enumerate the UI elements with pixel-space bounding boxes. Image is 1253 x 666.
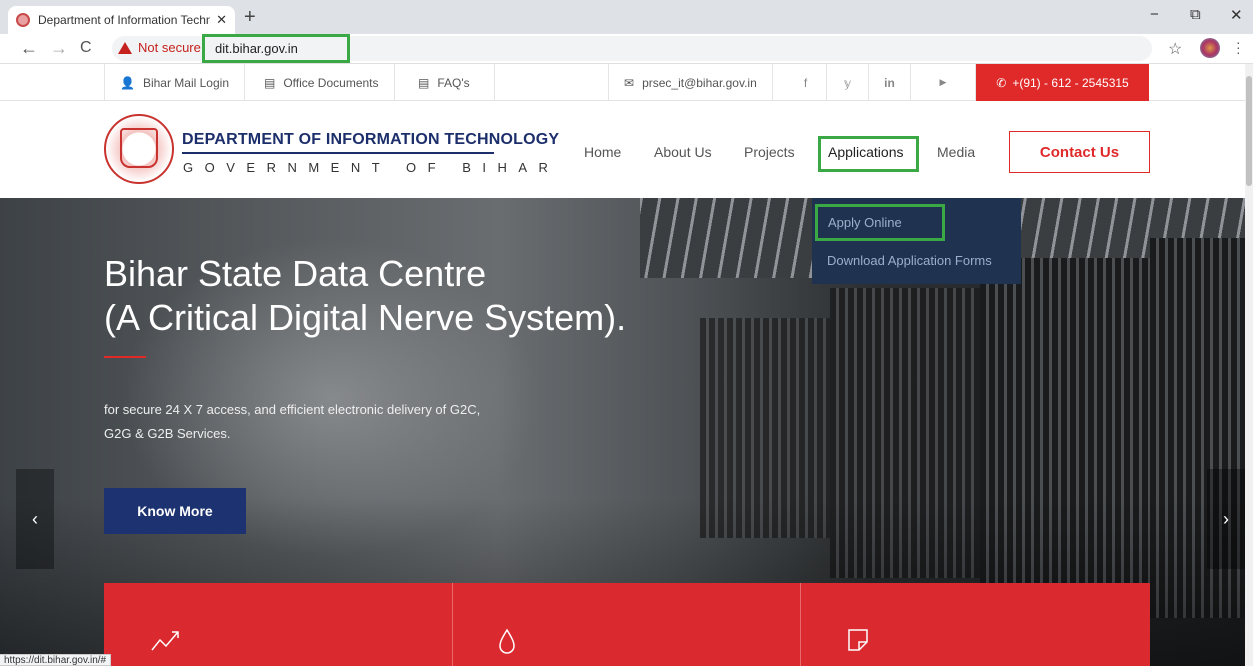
status-bar-url: https://dit.bihar.gov.in/#	[0, 654, 112, 666]
contact-us-button[interactable]: Contact Us	[1009, 131, 1150, 173]
title-divider	[182, 152, 494, 154]
hero-subtitle-line2: G2G & G2B Services.	[104, 426, 231, 441]
email-label: prsec_it@bihar.gov.in	[642, 75, 757, 90]
forward-button[interactable]: →	[50, 37, 68, 59]
warning-icon	[118, 41, 132, 54]
url-text[interactable]: dit.bihar.gov.in	[202, 34, 350, 63]
dropdown-download-forms[interactable]: Download Application Forms	[827, 253, 992, 268]
faqs-link[interactable]: ▤ FAQ's	[403, 64, 495, 101]
nav-about-us[interactable]: About Us	[654, 144, 712, 160]
close-window-button[interactable]: ✕	[1230, 6, 1243, 24]
user-icon: 👤	[120, 75, 135, 90]
browser-toolbar: ← → C Not secure dit.bihar.gov.in ☆ · · ·	[0, 34, 1253, 64]
hero-subtitle: for secure 24 X 7 access, and efficient …	[104, 398, 544, 446]
youtube-icon[interactable]: ▶	[911, 64, 976, 101]
feature-box-1[interactable]	[104, 583, 453, 666]
profile-avatar[interactable]	[1200, 38, 1220, 58]
know-more-button[interactable]: Know More	[104, 488, 246, 534]
not-secure-indicator[interactable]: Not secure	[118, 40, 201, 55]
not-secure-label: Not secure	[138, 40, 201, 55]
site-topbar: 👤 Bihar Mail Login ▤ Office Documents ▤ …	[0, 64, 1245, 101]
mail-login-link[interactable]: 👤 Bihar Mail Login	[104, 64, 245, 101]
back-button[interactable]: ←	[20, 37, 38, 59]
phone-label: +(91) - 612 - 2545315	[1012, 75, 1129, 90]
nav-home[interactable]: Home	[584, 144, 621, 160]
linkedin-icon[interactable]: in	[869, 64, 911, 101]
document-icon	[848, 629, 868, 651]
email-link[interactable]: ✉ prsec_it@bihar.gov.in	[608, 64, 773, 101]
office-documents-label: Office Documents	[283, 75, 379, 90]
dropdown-apply-online[interactable]: Apply Online	[815, 204, 945, 241]
hero-title-line1: Bihar State Data Centre	[104, 253, 487, 294]
feature-box-3[interactable]	[801, 583, 1150, 666]
menu-kebab-icon[interactable]: · · ·	[1236, 35, 1241, 59]
scrollbar-thumb[interactable]	[1246, 76, 1252, 186]
restore-button[interactable]: ⧉	[1190, 6, 1201, 23]
government-subtitle: GOVERNMENT OF BIHAR	[183, 160, 560, 175]
document-icon: ▤	[418, 75, 430, 90]
phone-number[interactable]: ✆ +(91) - 612 - 2545315	[976, 64, 1149, 101]
nav-media[interactable]: Media	[937, 144, 975, 160]
new-tab-button[interactable]: +	[244, 7, 256, 27]
bihar-emblem-logo[interactable]	[104, 114, 174, 184]
bookmark-star-icon[interactable]: ☆	[1168, 39, 1182, 59]
applications-highlight	[818, 136, 919, 172]
site-favicon-icon	[16, 13, 30, 27]
trend-icon	[151, 631, 179, 651]
nav-projects[interactable]: Projects	[744, 144, 795, 160]
faqs-label: FAQ's	[437, 75, 470, 90]
minimize-button[interactable]: −	[1150, 6, 1159, 23]
hero-accent-line	[104, 356, 146, 358]
hero-subtitle-line1: for secure 24 X 7 access, and efficient …	[104, 402, 481, 417]
twitter-icon[interactable]: 𝕪	[827, 64, 869, 101]
hero-title: Bihar State Data Centre (A Critical Digi…	[104, 252, 626, 340]
mail-login-label: Bihar Mail Login	[142, 75, 229, 90]
tab-close-icon[interactable]: ✕	[216, 12, 227, 28]
drop-icon	[499, 628, 515, 654]
slider-next-button[interactable]: ›	[1207, 469, 1245, 569]
slider-prev-button[interactable]: ‹	[16, 469, 54, 569]
phone-icon: ✆	[996, 75, 1007, 90]
browser-tabstrip: Department of Information Techn ✕ + − ⧉ …	[0, 0, 1253, 34]
document-icon: ▤	[264, 75, 276, 90]
tab-title: Department of Information Techn	[38, 13, 211, 27]
hero-title-line2: (A Critical Digital Nerve System).	[104, 297, 627, 338]
mail-icon: ✉	[624, 75, 635, 90]
facebook-icon[interactable]: f	[785, 64, 827, 101]
department-title[interactable]: DEPARTMENT OF INFORMATION TECHNOLOGY	[182, 131, 559, 149]
reload-button[interactable]: C	[80, 37, 92, 59]
office-documents-link[interactable]: ▤ Office Documents	[249, 64, 395, 101]
browser-tab[interactable]: Department of Information Techn ✕	[8, 6, 235, 34]
